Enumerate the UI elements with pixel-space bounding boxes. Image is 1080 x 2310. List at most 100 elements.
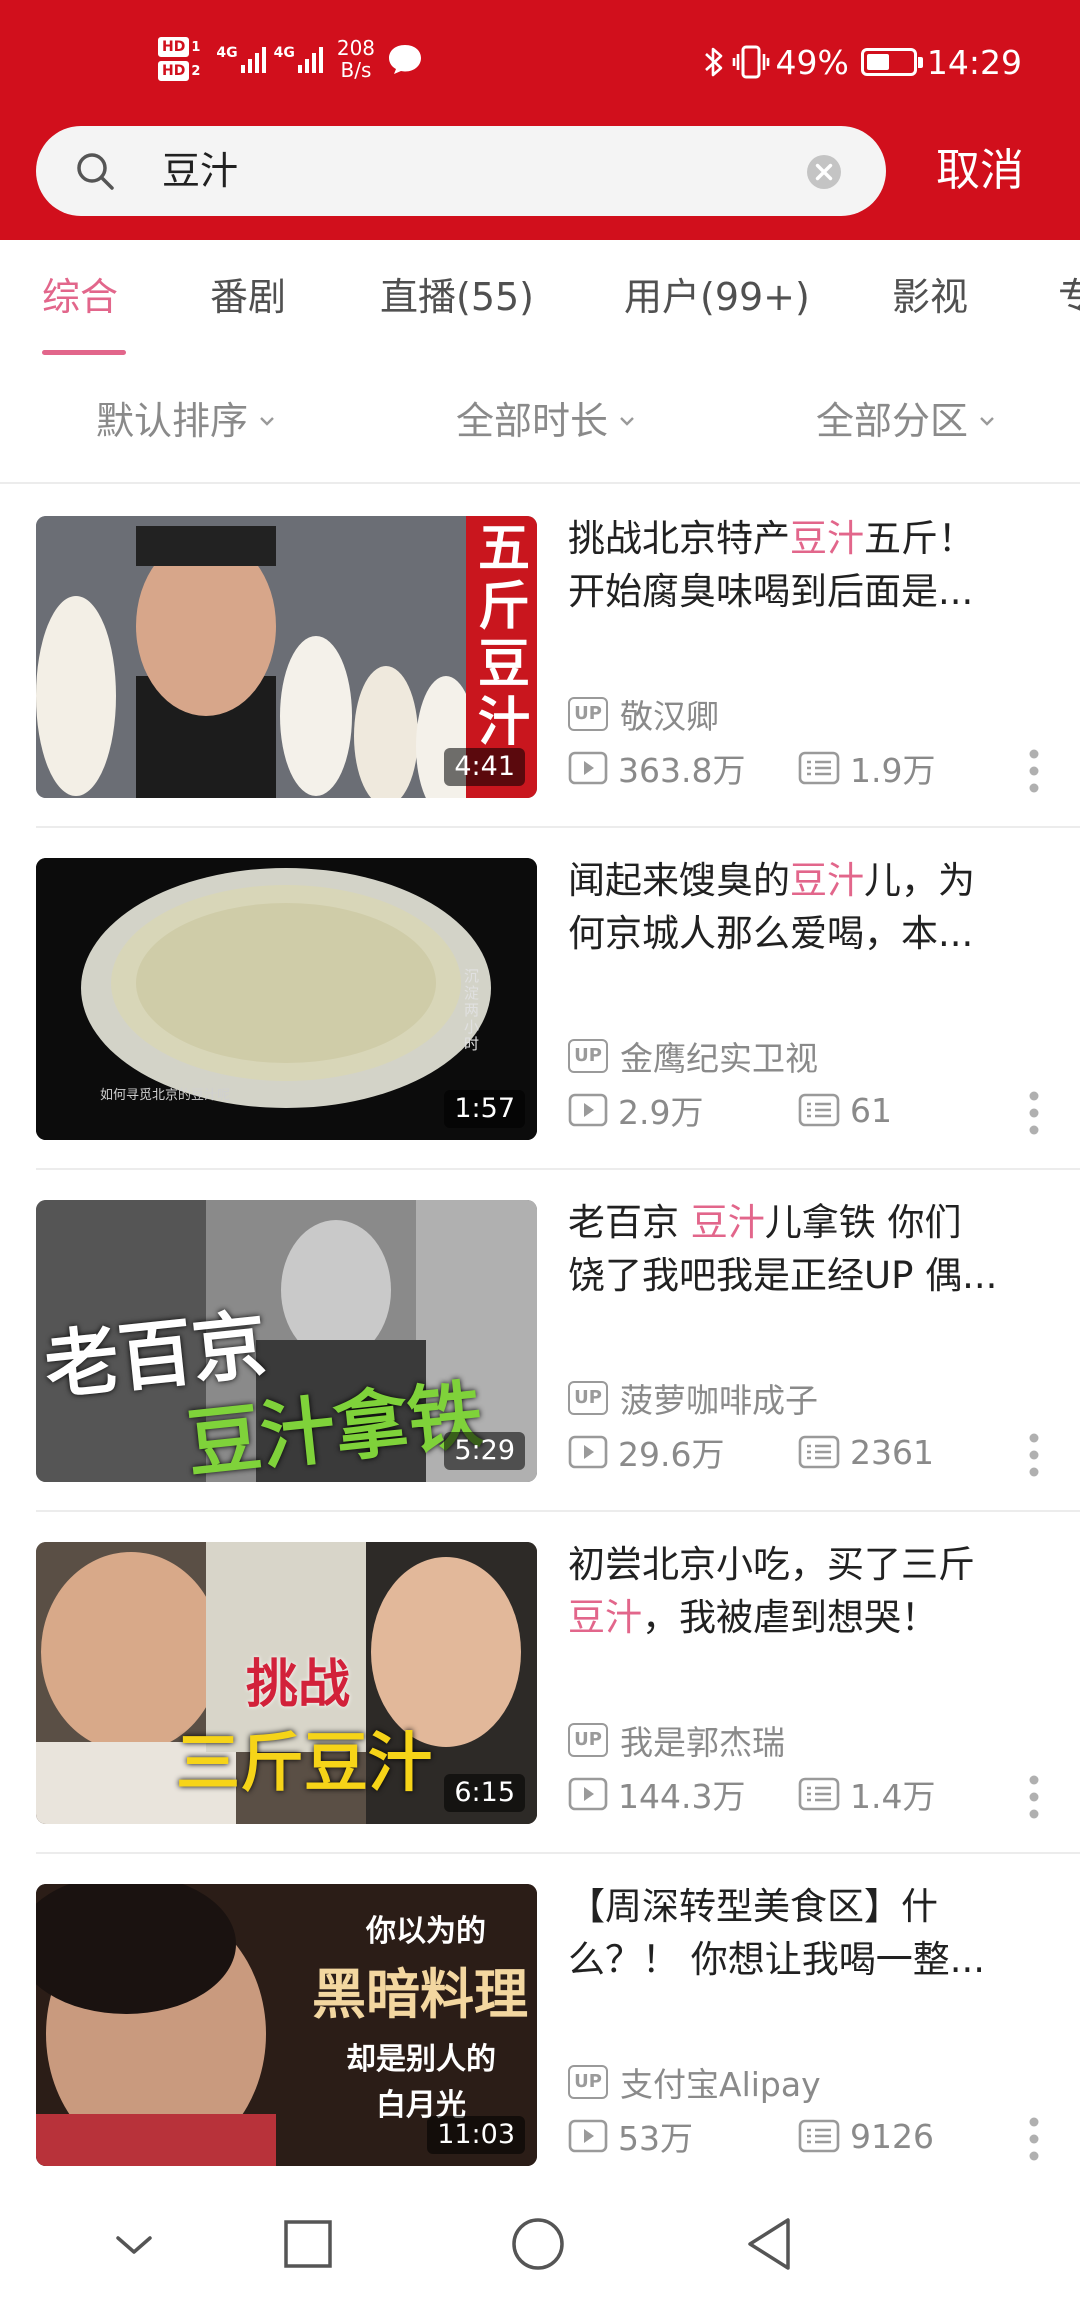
uploader[interactable]: UP 敬汉卿 [568,692,719,736]
tab-column[interactable]: 专 [1058,270,1080,324]
video-item[interactable]: 你以为的 黑暗料理 却是别人的 白月光 11:03 【周深转型美食区】什 么？！… [0,1854,1080,2196]
video-duration: 5:29 [444,1432,525,1470]
search-bar[interactable]: 豆汁 [36,126,886,216]
back-chevron-icon[interactable] [104,2214,164,2274]
more-vertical-icon[interactable] [1028,2116,1040,2162]
video-title-line1: 初尝北京小吃，买了三斤 [568,1543,975,1586]
sim2-network-label: 4G [273,45,295,61]
system-navigation-bar [0,2176,1080,2310]
title-text: 儿，为 [864,859,975,902]
bluetooth-icon [704,47,722,77]
more-vertical-icon[interactable] [1028,748,1040,794]
video-thumbnail[interactable]: 挑战 三斤豆汁 6:15 [36,1542,537,1824]
video-title[interactable]: 挑战北京特产豆汁五斤！ 开始腐臭味喝到后面是... [568,512,1048,618]
video-title[interactable]: 老百京 豆汁儿拿铁 你们 饶了我吧我是正经UP 偶... [568,1196,1048,1302]
view-count-value: 144.3万 [618,1777,746,1816]
uploader-name: 金鹰纪实卫视 [620,1039,818,1078]
video-title-line2: 豆汁，我被虐到想哭！ [568,1591,1048,1644]
more-vertical-icon[interactable] [1028,1090,1040,1136]
uploader[interactable]: UP 我是郭杰瑞 [568,1718,785,1762]
video-title-line1: 挑战北京特产豆汁五斤！ [568,512,1048,565]
video-thumbnail[interactable]: 五斤豆汁 4:41 [36,516,537,798]
video-duration: 11:03 [427,2116,525,2154]
hd-icon: HD 1 HD 2 [158,37,200,81]
up-badge-icon: UP [568,697,608,731]
video-duration: 1:57 [444,1090,525,1128]
video-title-line1: 【周深转型美食区】什 [568,1885,938,1928]
video-title-line2: 何京城人那么爱喝，本... [568,912,974,955]
danmaku-count-value: 1.4万 [850,1777,936,1816]
sort-filter[interactable]: 默认排序 [96,394,276,448]
title-text: 挑战北京特产 [568,517,790,560]
danmaku-count: 1.4万 [798,1772,935,1816]
danmaku-icon [798,1435,840,1469]
video-item[interactable]: 如何寻觅北京的豆汁呢 沉淀两小时 1:57 闻起来馊臭的豆汁儿，为 何京城人那么… [0,828,1080,1170]
clear-icon[interactable] [806,154,842,190]
tab-live[interactable]: 直播(55) [380,270,534,324]
search-input[interactable]: 豆汁 [162,144,238,198]
video-title[interactable]: 【周深转型美食区】什 么？！ 你想让我喝一整... [568,1880,1048,1986]
video-thumbnail[interactable]: 如何寻觅北京的豆汁呢 沉淀两小时 1:57 [36,858,537,1140]
video-stats: 144.3万 1.4万 [568,1772,1068,1816]
category-filter[interactable]: 全部分区 [816,394,996,448]
video-item[interactable]: 五斤豆汁 4:41 挑战北京特产豆汁五斤！ 开始腐臭味喝到后面是... UP 敬… [0,486,1080,828]
home-circle-icon[interactable] [508,2214,568,2274]
danmaku-count: 2361 [798,1430,934,1474]
view-count-value: 53万 [618,2119,693,2158]
duration-filter-label: 全部时长 [456,399,609,443]
recents-square-icon[interactable] [278,2214,338,2274]
hd2-num: 2 [191,63,201,79]
title-highlight: 豆汁 [790,859,864,902]
video-title[interactable]: 初尝北京小吃，买了三斤 豆汁，我被虐到想哭！ [568,1538,1048,1644]
tab-users[interactable]: 用户(99+) [624,270,810,324]
thumbnail-text: 五斤豆汁 [477,519,530,753]
play-count-icon [568,1777,608,1811]
view-count: 363.8万 [568,746,745,790]
status-bar: HD 1 HD 2 4G 4G 208 B/s 49% 14:29 [0,0,1080,118]
uploader-name: 我是郭杰瑞 [620,1723,785,1762]
uploader-name: 支付宝Alipay [620,2065,821,2104]
danmaku-count-value: 61 [850,1090,892,1130]
uploader-name: 菠萝咖啡成子 [620,1381,818,1420]
net-speed: 208 B/s [337,37,375,81]
thumbnail-text: 三斤豆汁 [176,1727,432,1801]
tab-bangumi[interactable]: 番剧 [210,270,286,324]
status-bar-right: 49% 14:29 [702,36,1022,88]
title-text: 老百京 [568,1201,691,1244]
video-thumbnail[interactable]: 老百京 豆汁拿铁 5:29 [36,1200,537,1482]
uploader[interactable]: UP 菠萝咖啡成子 [568,1376,818,1420]
thumbnail-text: 黑暗料理 [312,1963,528,2026]
video-title-line1: 老百京 豆汁儿拿铁 你们 [568,1196,1048,1249]
tab-all[interactable]: 综合 [42,270,118,324]
video-item[interactable]: 挑战 三斤豆汁 6:15 初尝北京小吃，买了三斤 豆汁，我被虐到想哭！ UP 我… [0,1512,1080,1854]
more-vertical-icon[interactable] [1028,1774,1040,1820]
video-thumbnail[interactable]: 你以为的 黑暗料理 却是别人的 白月光 11:03 [36,1884,537,2166]
up-badge-icon: UP [568,1039,608,1073]
active-tab-indicator [42,350,126,355]
video-item[interactable]: 老百京 豆汁拿铁 5:29 老百京 豆汁儿拿铁 你们 饶了我吧我是正经UP 偶.… [0,1170,1080,1512]
video-title-line2: 么？！ 你想让我喝一整... [568,1938,986,1981]
app-header: HD 1 HD 2 4G 4G 208 B/s 49% 14:29 豆汁 取消 [0,0,1080,240]
tab-film[interactable]: 影视 [892,270,968,324]
danmaku-icon [798,2119,840,2153]
cancel-button[interactable]: 取消 [936,140,1024,202]
search-icon [77,153,114,190]
search-tabs: 综合 番剧 直播(55) 用户(99+) 影视 专 [0,240,1080,364]
danmaku-icon [798,751,840,785]
category-filter-label: 全部分区 [816,399,969,443]
signal-icon-sim1: 4G [216,45,266,73]
thumbnail-text: 挑战 [246,1655,351,1715]
signal-icon-sim2: 4G [274,45,323,73]
more-vertical-icon[interactable] [1028,1432,1040,1478]
filter-bar: 默认排序 全部时长 全部分区 [0,364,1080,484]
uploader[interactable]: UP 支付宝Alipay [568,2060,821,2104]
play-count-icon [568,2119,608,2153]
video-title[interactable]: 闻起来馊臭的豆汁儿，为 何京城人那么爱喝，本... [568,854,1048,960]
title-highlight: 豆汁 [690,1201,765,1244]
duration-filter[interactable]: 全部时长 [456,394,636,448]
message-icon [389,45,422,74]
back-triangle-icon[interactable] [740,2214,800,2274]
uploader[interactable]: UP 金鹰纪实卫视 [568,1034,818,1078]
vibrate-icon [732,45,769,79]
title-text: 儿拿铁 你们 [764,1201,962,1244]
